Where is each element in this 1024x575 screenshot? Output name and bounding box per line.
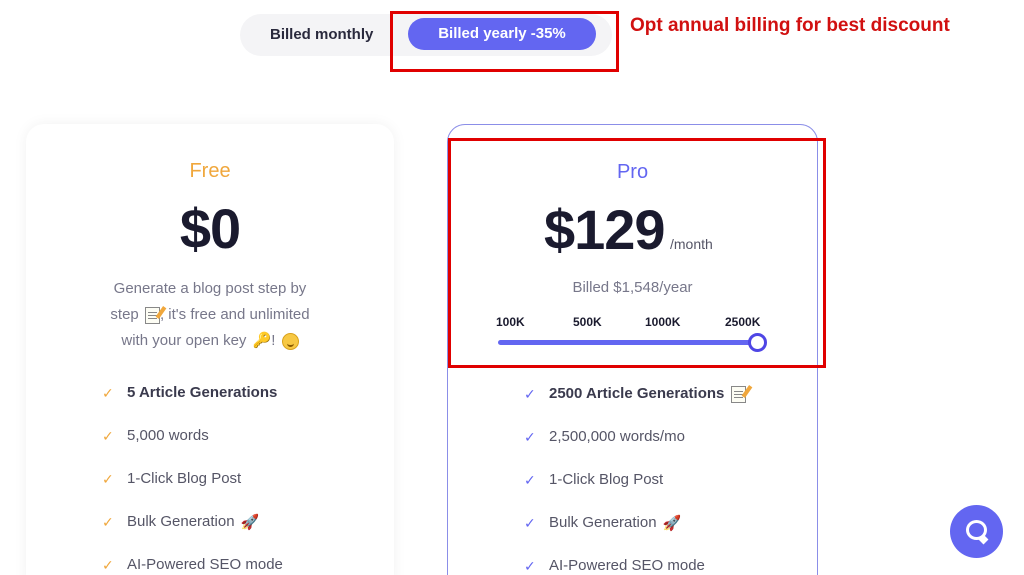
list-item: ✓ 1-Click Blog Post — [448, 469, 817, 512]
description-text: step — [110, 306, 139, 323]
feature-text: AI-Powered SEO mode — [127, 556, 283, 573]
feature-text: AI-Powered SEO mode — [549, 557, 705, 574]
memo-icon — [730, 385, 746, 403]
check-icon: ✓ — [102, 428, 114, 444]
feature-list: ✓ 5 Article Generations ✓ 5,000 words ✓ 1-C… — [26, 382, 394, 575]
check-icon: ✓ — [524, 472, 536, 488]
check-icon: ✓ — [102, 557, 114, 573]
list-item: ✓ 5,000 words — [26, 425, 394, 468]
plan-name: Free — [189, 160, 231, 182]
feature-list: ✓ 2500 Article Generations ✓ 2,500,000 wor… — [448, 383, 817, 575]
annotation-box-toggle — [390, 11, 619, 72]
chat-bubble-tail — [978, 534, 989, 545]
feature-text-wrap: Bulk Generation 🚀 — [127, 513, 259, 531]
feature-text: 1-Click Blog Post — [549, 471, 664, 488]
check-icon: ✓ — [102, 471, 114, 487]
list-item: ✓ 2,500,000 words/mo — [448, 426, 817, 469]
key-icon: 🔑 — [252, 332, 272, 350]
check-icon: ✓ — [524, 558, 536, 574]
feature-text: 1-Click Blog Post — [127, 470, 242, 487]
feature-text-wrap: Bulk Generation 🚀 — [549, 514, 681, 532]
plan-price: $0 — [179, 197, 241, 260]
plan-description: Generate a blog post step by step , it's… — [90, 276, 330, 354]
description-text: Generate a blog post step by — [113, 280, 307, 297]
description-text: ! — [271, 332, 276, 349]
feature-text-wrap: 2500 Article Generations — [549, 385, 746, 403]
chat-widget-button[interactable] — [950, 505, 1003, 558]
memo-icon — [144, 306, 160, 324]
feature-text: 5,000 words — [127, 427, 209, 444]
check-icon: ✓ — [524, 515, 536, 531]
feature-text: Bulk Generation — [127, 513, 235, 530]
check-icon: ✓ — [524, 386, 536, 402]
check-icon: ✓ — [102, 514, 114, 530]
list-item: ✓ Bulk Generation 🚀 — [448, 512, 817, 555]
annotation-box-pro-pricing — [448, 138, 826, 368]
list-item: ✓ AI-Powered SEO mode — [26, 554, 394, 575]
feature-text: 2500 Article Generations — [549, 385, 725, 402]
feature-text: 2,500,000 words/mo — [549, 428, 685, 445]
free-plan-card: Free $0 Generate a blog post step by ste… — [26, 124, 394, 575]
check-icon: ✓ — [524, 429, 536, 445]
description-text: with your open key — [121, 332, 247, 349]
rocket-icon: 🚀 — [240, 514, 260, 532]
smile-icon — [281, 332, 299, 350]
feature-text: 5 Article Generations — [127, 384, 278, 401]
list-item: ✓ Bulk Generation 🚀 — [26, 511, 394, 554]
list-item: ✓ 2500 Article Generations — [448, 383, 817, 426]
billed-monthly-option[interactable]: Billed monthly — [270, 14, 373, 56]
annotation-text: Opt annual billing for best discount — [630, 15, 950, 36]
feature-text: Bulk Generation — [549, 514, 657, 531]
list-item: ✓ 5 Article Generations — [26, 382, 394, 425]
description-text: , it's free and unlimited — [159, 306, 310, 323]
rocket-icon: 🚀 — [662, 515, 682, 533]
list-item: ✓ AI-Powered SEO mode — [448, 555, 817, 575]
check-icon: ✓ — [102, 385, 114, 401]
list-item: ✓ 1-Click Blog Post — [26, 468, 394, 511]
